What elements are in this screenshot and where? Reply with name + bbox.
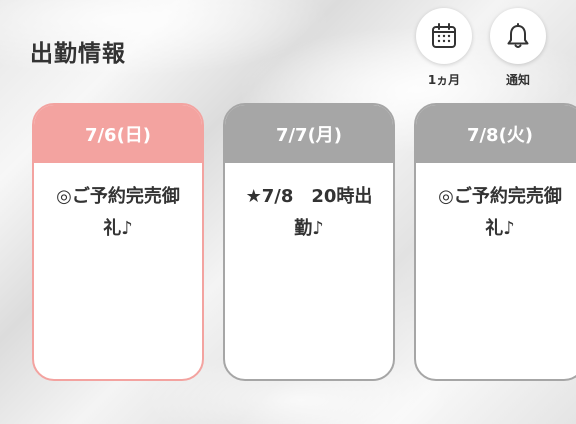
- card-note-line1: ★7/8 20時出: [245, 186, 373, 207]
- card-note: ★7/8 20時出 勤♪: [225, 163, 393, 245]
- notify-button[interactable]: [490, 8, 546, 64]
- calendar-label[interactable]: 1ヵ月: [409, 71, 479, 88]
- schedule-card[interactable]: 7/8(火) ◎ご予約完売御 礼♪: [414, 103, 576, 381]
- schedule-card-today[interactable]: 7/6(日) ◎ご予約完売御 礼♪: [32, 103, 204, 381]
- card-note: ◎ご予約完売御 礼♪: [34, 163, 202, 245]
- bell-icon: [507, 23, 529, 48]
- card-date: 7/8(火): [416, 105, 576, 163]
- calendar-button[interactable]: [416, 8, 472, 64]
- card-note-line1: ◎ご予約完売御: [56, 186, 180, 207]
- card-note-line1: ◎ご予約完売御: [438, 186, 562, 207]
- card-note-line2: 礼♪: [103, 218, 133, 239]
- page-title: 出勤情報: [30, 41, 126, 67]
- card-note: ◎ご予約完売御 礼♪: [416, 163, 576, 245]
- card-note-line2: 勤♪: [294, 218, 324, 239]
- card-date: 7/7(月): [225, 105, 393, 163]
- calendar-icon: [432, 23, 456, 48]
- notify-label[interactable]: 通知: [483, 71, 553, 88]
- card-note-line2: 礼♪: [485, 218, 515, 239]
- card-date: 7/6(日): [34, 105, 202, 163]
- schedule-card[interactable]: 7/7(月) ★7/8 20時出 勤♪: [223, 103, 395, 381]
